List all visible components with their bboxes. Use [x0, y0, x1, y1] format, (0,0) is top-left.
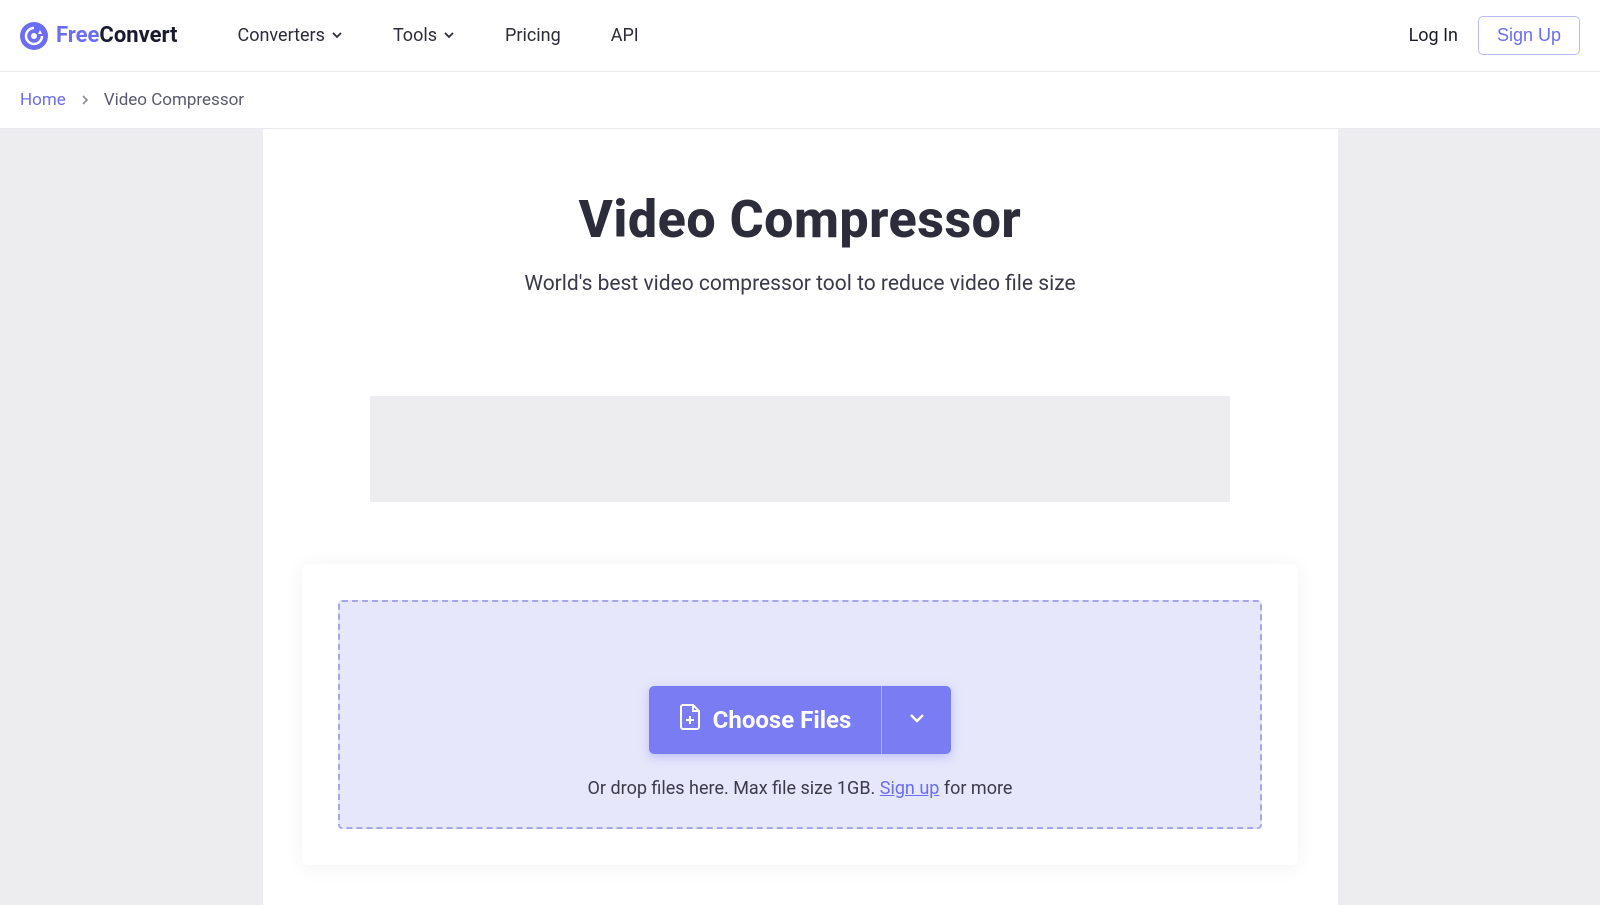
page-title: Video Compressor [263, 189, 1338, 250]
page-subtitle: World's best video compressor tool to re… [263, 272, 1338, 296]
drop-help-text: Or drop files here. Max file size 1GB. S… [360, 778, 1240, 799]
logo[interactable]: FreeConvert [20, 22, 178, 50]
choose-files-button[interactable]: Choose Files [649, 686, 882, 754]
header-right: Log In Sign Up [1409, 16, 1580, 55]
signup-link-inline[interactable]: Sign up [880, 778, 940, 799]
breadcrumb-home[interactable]: Home [20, 90, 66, 110]
nav-converters[interactable]: Converters [238, 25, 343, 46]
breadcrumb: Home Video Compressor [0, 72, 1600, 129]
signup-button[interactable]: Sign Up [1478, 16, 1580, 55]
logo-text: FreeConvert [56, 23, 178, 48]
file-dropzone[interactable]: Choose Files Or drop files here. Max fil… [338, 600, 1262, 829]
login-link[interactable]: Log In [1409, 25, 1458, 46]
header: FreeConvert Converters Tools Pricing API… [0, 0, 1600, 72]
chevron-down-icon [908, 709, 926, 731]
chevron-right-icon [80, 90, 90, 110]
nav-pricing[interactable]: Pricing [505, 25, 561, 46]
ad-placeholder [370, 396, 1230, 502]
chevron-down-icon [331, 25, 343, 46]
choose-files-label: Choose Files [713, 706, 852, 734]
logo-icon [20, 22, 48, 50]
main-nav: Converters Tools Pricing API [238, 25, 639, 46]
page-background: Video Compressor World's best video comp… [0, 129, 1600, 905]
breadcrumb-current: Video Compressor [104, 90, 244, 110]
choose-files-dropdown[interactable] [881, 686, 951, 754]
upload-card: Choose Files Or drop files here. Max fil… [302, 564, 1298, 865]
main-panel: Video Compressor World's best video comp… [263, 129, 1338, 905]
chevron-down-icon [443, 25, 455, 46]
choose-files-group: Choose Files [649, 686, 952, 754]
file-add-icon [679, 704, 701, 736]
nav-tools[interactable]: Tools [393, 25, 455, 46]
nav-api[interactable]: API [611, 25, 639, 46]
